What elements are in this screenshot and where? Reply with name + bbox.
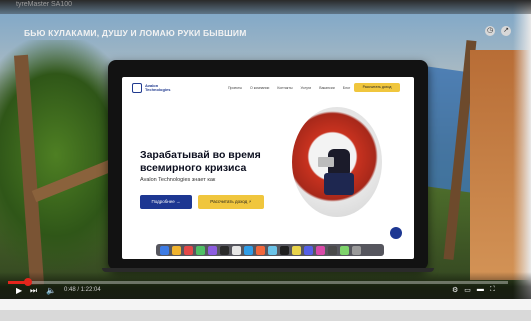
app-icon[interactable]	[340, 245, 349, 255]
top-bar: tyreMaster SA100	[0, 0, 531, 14]
app-icon[interactable]	[220, 245, 229, 255]
menu-item[interactable]: Контакты	[277, 86, 292, 90]
app-icon[interactable]	[280, 245, 289, 255]
app-icon[interactable]	[292, 245, 301, 255]
hero-title: Зарабатывай во время всемирного кризиса	[140, 149, 261, 174]
person-legs	[324, 173, 354, 195]
app-icon[interactable]	[304, 245, 313, 255]
nav-cta-button[interactable]: Рассчитать доход	[354, 83, 400, 92]
miniplayer-icon[interactable]: ▭	[464, 286, 471, 294]
person-head	[334, 137, 345, 149]
channel-name[interactable]: tyreMaster SA100	[16, 1, 72, 8]
app-icon[interactable]	[268, 245, 277, 255]
video-frame[interactable]: tyreMaster SA100 БЬЮ КУЛАКАМИ, ДУШУ И ЛО…	[0, 0, 531, 321]
next-icon[interactable]: ⏭	[30, 286, 37, 296]
details-button[interactable]: Подробнее →	[140, 195, 192, 209]
bottom-strip	[0, 310, 531, 321]
play-icon[interactable]: ▶	[16, 286, 22, 295]
video-top-icons: ◷ ↗	[485, 26, 511, 36]
menu-item[interactable]: Проекты	[228, 86, 242, 90]
app-icon[interactable]	[316, 245, 325, 255]
player-right-controls: ⚙ ▭ ▬ ⛶	[452, 286, 495, 294]
logo-text: Avalon Technologies	[145, 83, 171, 92]
app-icon[interactable]	[256, 245, 265, 255]
time-display: 0:48 / 1:22:04	[64, 287, 101, 293]
video-title[interactable]: БЬЮ КУЛАКАМИ, ДУШУ И ЛОМАЮ РУКИ БЫВШИМ	[24, 28, 247, 38]
hero-subtitle: Avalon Technologies знает как	[140, 177, 216, 183]
app-icon[interactable]	[208, 245, 217, 255]
menu-item[interactable]: О компании	[250, 86, 269, 90]
app-icon[interactable]	[328, 245, 337, 255]
chat-icon[interactable]	[390, 227, 402, 239]
calculate-income-button[interactable]: Рассчитать доход ⚡	[198, 195, 264, 209]
mac-dock	[156, 244, 384, 256]
scrubber-handle[interactable]	[24, 278, 32, 286]
menu-item[interactable]: Вакансии	[319, 86, 334, 90]
app-icon[interactable]	[244, 245, 253, 255]
laptop-screen: Avalon Technologies Проекты О компании К…	[122, 77, 414, 259]
volume-icon[interactable]: 🔈	[46, 286, 56, 295]
clock-icon[interactable]: ◷	[485, 26, 495, 36]
settings-icon[interactable]: ⚙	[452, 286, 458, 294]
site-nav: Avalon Technologies Проекты О компании К…	[122, 77, 414, 99]
logo-mark-icon	[132, 83, 142, 93]
progress-bar[interactable]	[8, 278, 508, 286]
app-icon[interactable]	[232, 245, 241, 255]
app-icon[interactable]	[172, 245, 181, 255]
theater-icon[interactable]: ▬	[477, 286, 484, 294]
laptop-icon	[318, 157, 334, 167]
app-icon[interactable]	[184, 245, 193, 255]
share-icon[interactable]: ↗	[501, 26, 511, 36]
menu-item[interactable]: Услуги	[300, 86, 311, 90]
fullscreen-icon[interactable]: ⛶	[490, 286, 495, 294]
finder-icon[interactable]	[160, 245, 169, 255]
app-icon[interactable]	[196, 245, 205, 255]
person-illustration	[318, 137, 356, 197]
site-logo[interactable]: Avalon Technologies	[132, 83, 171, 93]
site-menu: Проекты О компании Контакты Услуги Вакан…	[228, 86, 350, 90]
trash-icon[interactable]	[352, 245, 361, 255]
laptop: Avalon Technologies Проекты О компании К…	[102, 60, 434, 272]
menu-item[interactable]: Блог	[343, 86, 351, 90]
